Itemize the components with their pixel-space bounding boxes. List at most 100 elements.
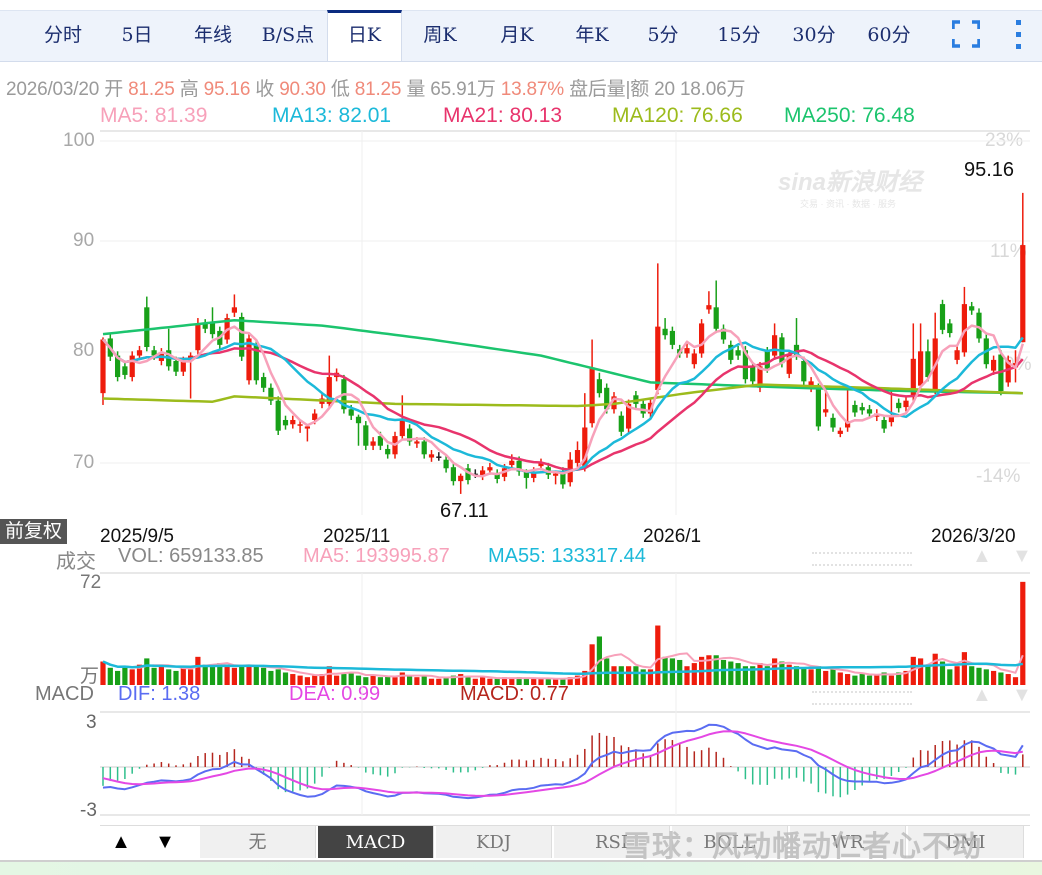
- candle-body: [231, 307, 237, 313]
- candle-body: [801, 360, 807, 382]
- candle-body: [896, 402, 902, 409]
- volume-bar: [728, 661, 734, 685]
- volume-bar: [487, 678, 493, 685]
- volume-bar: [304, 677, 310, 685]
- volume-bar: [888, 675, 894, 685]
- candle-body: [596, 379, 602, 394]
- indicator-next-button[interactable]: ▼: [144, 826, 186, 858]
- volume-bar: [830, 669, 836, 685]
- candle-body: [290, 419, 296, 425]
- kline-chart[interactable]: [0, 0, 1042, 873]
- volume-bar: [188, 669, 194, 685]
- candle-body: [691, 353, 697, 365]
- candle-body: [458, 475, 464, 482]
- candle-body: [443, 459, 449, 469]
- volume-bar: [341, 674, 347, 685]
- candle-body: [450, 467, 456, 482]
- volume-bar: [531, 678, 537, 685]
- volume-bar: [837, 672, 843, 685]
- volume-bar: [195, 656, 201, 685]
- candle-body: [209, 323, 216, 335]
- volume-bar: [1020, 581, 1026, 685]
- volume-bar: [1005, 674, 1011, 685]
- candle-body: [509, 460, 515, 466]
- indicator-tab-kdj[interactable]: KDJ: [436, 826, 552, 858]
- volume-bar: [509, 678, 515, 685]
- candle-body: [1020, 245, 1026, 343]
- volume-bar: [757, 663, 763, 685]
- candle-body: [399, 419, 405, 437]
- candle-body: [173, 360, 179, 372]
- volume-bar: [779, 661, 785, 685]
- volume-bar: [735, 663, 741, 685]
- volume-bar: [355, 675, 362, 685]
- volume-bar: [947, 669, 953, 685]
- volume-bar: [640, 669, 646, 685]
- volume-bar: [246, 664, 252, 685]
- volume-bar: [991, 670, 997, 685]
- volume-bar: [866, 675, 873, 685]
- candle-body: [662, 328, 668, 336]
- volume-bar: [852, 675, 858, 685]
- candle-body: [618, 415, 624, 432]
- volume-bar: [377, 677, 383, 685]
- volume-bar: [399, 672, 405, 685]
- indicator-tab-macd[interactable]: MACD: [318, 826, 434, 858]
- candle-body: [954, 350, 960, 360]
- volume-bar: [129, 669, 135, 685]
- candle-body: [348, 409, 354, 416]
- volume-bar: [976, 667, 982, 685]
- volume-bar: [428, 678, 435, 685]
- volume-bar: [801, 667, 807, 685]
- volume-bar: [626, 666, 632, 685]
- volume-bar: [611, 666, 617, 685]
- candle-body: [436, 456, 442, 458]
- volume-bar: [684, 666, 690, 685]
- volume-bar: [961, 652, 967, 685]
- candle-body: [100, 339, 106, 394]
- candle-body: [195, 323, 201, 351]
- volume-bar: [370, 675, 376, 685]
- candle-body: [297, 424, 303, 426]
- volume-bar: [158, 666, 164, 685]
- candle-body: [261, 377, 267, 388]
- volume-bar: [845, 674, 851, 685]
- candle-body: [830, 417, 836, 428]
- volume-bar: [954, 666, 960, 685]
- volume-bar: [932, 653, 938, 685]
- candle-body: [903, 400, 909, 408]
- indicator-prev-button[interactable]: ▲: [100, 826, 142, 858]
- volume-bar: [633, 666, 639, 685]
- volume-bar: [224, 664, 230, 685]
- candle-body: [574, 450, 581, 463]
- candle-body: [706, 305, 712, 310]
- indicator-tab-无[interactable]: 无: [200, 826, 316, 858]
- volume-bar: [275, 669, 281, 685]
- volume-bar: [538, 678, 544, 685]
- volume-bar: [297, 675, 303, 685]
- volume-bar: [312, 675, 318, 685]
- volume-bar: [494, 678, 500, 685]
- candle-body: [823, 409, 829, 413]
- volume-bar: [115, 670, 121, 685]
- volume-bar: [166, 669, 172, 685]
- candle-body: [487, 467, 493, 471]
- candle-body: [239, 316, 245, 357]
- volume-bar: [458, 674, 464, 685]
- candle-body: [282, 419, 289, 426]
- candle-body: [669, 330, 675, 345]
- volume-bar: [421, 675, 427, 685]
- volume-bar: [107, 667, 113, 685]
- volume-bar: [925, 664, 931, 685]
- volume-bar: [1012, 677, 1019, 685]
- volume-bar: [100, 661, 106, 685]
- candle-body: [969, 306, 975, 311]
- candle-body: [144, 307, 150, 348]
- candle-body: [304, 426, 310, 429]
- volume-bar: [436, 678, 442, 685]
- candle-body: [918, 351, 924, 386]
- volume-bar: [983, 669, 989, 685]
- candle-body: [815, 387, 821, 427]
- volume-bar: [268, 670, 274, 685]
- candle-body: [553, 473, 559, 476]
